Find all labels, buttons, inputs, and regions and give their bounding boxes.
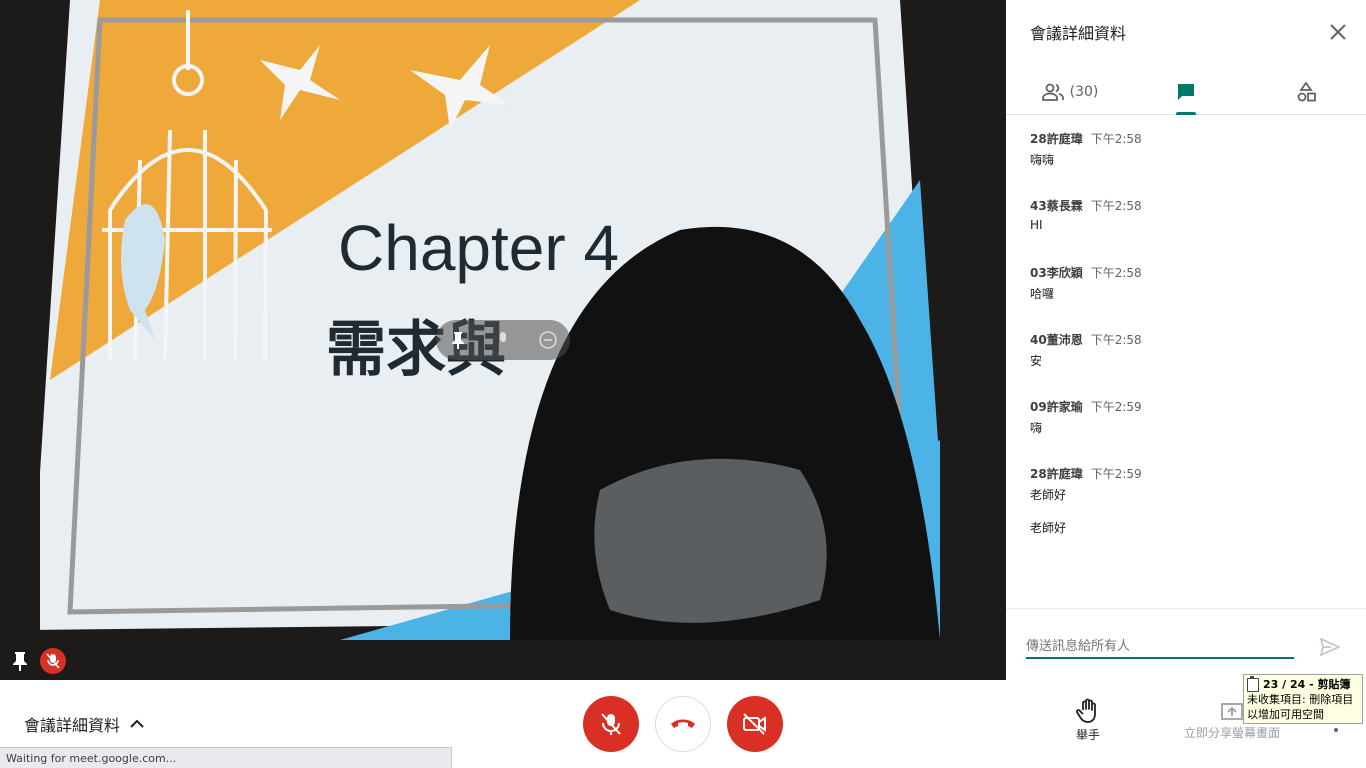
tile-hover-controls	[436, 320, 570, 360]
people-icon	[1041, 83, 1064, 101]
tooltip-line: 以增加可用空間	[1247, 708, 1324, 721]
hand-icon	[1076, 698, 1096, 723]
raise-hand-button[interactable]: 舉手	[1060, 698, 1116, 743]
chat-message: 03李欣穎 下午2:58 哈囉	[1030, 264, 1330, 302]
slide-title-en: Chapter 4	[338, 212, 619, 284]
chat-message: 40董沛恩 下午2:58 安	[1030, 331, 1330, 369]
pin-icon[interactable]	[448, 330, 468, 350]
send-icon	[1320, 638, 1340, 656]
browser-status-bar: Waiting for meet.google.com...	[0, 747, 452, 768]
meeting-details-button[interactable]: 會議詳細資料	[24, 712, 144, 736]
leave-call-button[interactable]	[655, 696, 711, 752]
message-sender: 09許家瑜	[1030, 400, 1083, 414]
clipboard-tooltip: 23 / 24 - 剪貼簿 未收集項目: 刪除項目 以增加可用空間	[1243, 674, 1363, 724]
close-icon	[1330, 24, 1346, 40]
message-time: 下午2:59	[1090, 467, 1142, 481]
message-text: 哈囉	[1030, 287, 1055, 301]
message-time: 下午2:58	[1090, 132, 1142, 146]
message-sender: 40董沛恩	[1030, 333, 1083, 347]
panel-tabs: (30)	[1006, 70, 1366, 115]
send-button[interactable]	[1318, 635, 1342, 659]
chat-message: 09許家瑜 下午2:59 嗨	[1030, 398, 1330, 436]
message-sender: 28許庭瑋	[1030, 467, 1083, 481]
chat-compose	[1006, 608, 1366, 681]
chat-icon	[1178, 84, 1194, 100]
mic-off-indicator-icon	[40, 648, 66, 674]
chat-input[interactable]	[1026, 635, 1294, 659]
mic-off-icon	[601, 713, 621, 735]
tab-people[interactable]: (30)	[1030, 70, 1110, 114]
message-sender: 28許庭瑋	[1030, 132, 1083, 146]
mute-participant-icon[interactable]	[493, 330, 513, 350]
hang-up-icon	[671, 719, 695, 728]
present-now-label: 立即分享螢幕畫面	[1183, 726, 1280, 740]
tooltip-line: 未收集項目: 刪除項目	[1247, 693, 1354, 706]
tooltip-title: 23 / 24 - 剪貼簿	[1263, 678, 1351, 691]
message-text: HI	[1030, 218, 1043, 232]
message-sender: 03李欣穎	[1030, 266, 1083, 280]
message-time: 下午2:59	[1090, 400, 1142, 414]
remove-participant-icon[interactable]	[538, 330, 558, 350]
pinned-icon	[10, 649, 30, 673]
video-tile[interactable]: Chapter 4 需求與	[0, 0, 1006, 680]
message-text: 老師好	[1030, 488, 1067, 502]
chat-message: 28許庭瑋 下午2:58 嗨嗨	[1030, 130, 1330, 168]
message-text: 安	[1030, 354, 1043, 368]
panel-title: 會議詳細資料	[1030, 24, 1127, 43]
chevron-up-icon	[130, 719, 144, 728]
tile-status	[10, 648, 66, 674]
tab-activities[interactable]	[1282, 70, 1330, 114]
meeting-details-panel: 會議詳細資料 (30) 28許庭瑋 下午2:58 嗨嗨 43蔡長霖 下午2:58…	[1006, 0, 1366, 680]
raise-hand-label: 舉手	[1075, 728, 1100, 742]
chat-messages: 28許庭瑋 下午2:58 嗨嗨 43蔡長霖 下午2:58 HI 03李欣穎 下午2:5…	[1006, 120, 1366, 600]
camera-off-icon	[743, 713, 766, 735]
message-time: 下午2:58	[1090, 266, 1142, 280]
clipboard-icon	[1247, 675, 1259, 692]
more-options-icon[interactable]	[1334, 728, 1338, 732]
meeting-details-label: 會議詳細資料	[24, 716, 121, 735]
message-time: 下午2:58	[1090, 333, 1142, 347]
close-panel-button[interactable]	[1326, 20, 1350, 44]
tab-chat[interactable]	[1162, 70, 1210, 115]
message-text: 嗨嗨	[1030, 153, 1055, 167]
chat-message: 43蔡長霖 下午2:58 HI	[1030, 197, 1330, 232]
people-count: (30)	[1069, 84, 1099, 100]
camera-toggle-button[interactable]	[727, 696, 783, 752]
present-screen-icon	[1221, 703, 1243, 720]
message-text: 老師好	[1030, 521, 1067, 535]
message-sender: 43蔡長霖	[1030, 199, 1083, 213]
microphone-toggle-button[interactable]	[583, 696, 639, 752]
message-time: 下午2:58	[1090, 199, 1142, 213]
chat-message: 28許庭瑋 下午2:59 老師好 老師好	[1030, 465, 1330, 536]
active-tab-indicator	[1176, 112, 1196, 115]
shapes-icon	[1297, 81, 1316, 102]
message-text: 嗨	[1030, 421, 1043, 435]
